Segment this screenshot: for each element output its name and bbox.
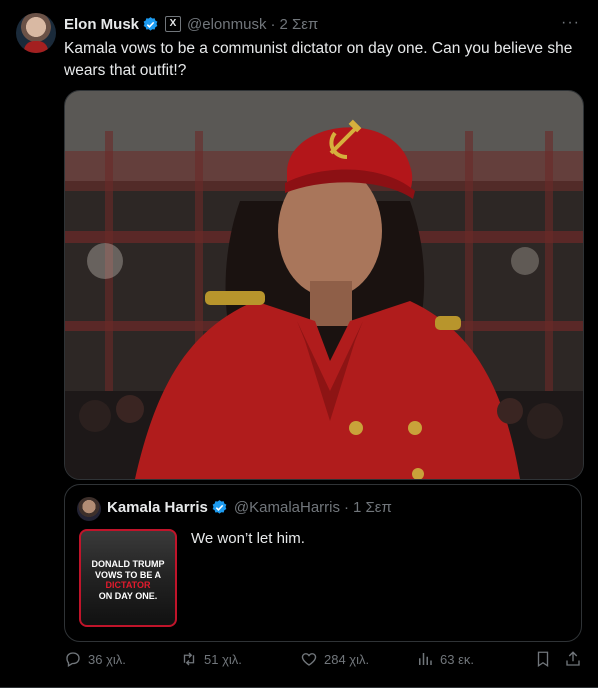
action-bar: 36 χιλ. 51 χιλ. 284 χιλ. 63 εκ. <box>64 650 584 676</box>
reply-icon <box>66 652 80 667</box>
tweet-text: Kamala vows to be a communist dictator o… <box>64 40 573 79</box>
quoted-image-caption: DONALD TRUMP VOWS TO BE A DICTATOR ON DA… <box>81 559 175 601</box>
post-image-illustration <box>65 91 583 479</box>
share-icon <box>566 651 580 666</box>
author-handle[interactable]: @elonmusk <box>187 16 266 33</box>
quoted-author-handle[interactable]: @KamalaHarris <box>234 499 340 516</box>
verified-badge-icon <box>212 500 227 514</box>
view-count: 63 εκ. <box>440 651 474 667</box>
caption-line: VOWS TO BE A <box>94 569 161 580</box>
like-button[interactable]: 284 χιλ. <box>300 650 369 668</box>
views-button[interactable]: 63 εκ. <box>416 650 474 668</box>
share-button[interactable] <box>564 650 588 668</box>
quoted-image[interactable]: DONALD TRUMP VOWS TO BE A DICTATOR ON DA… <box>79 529 177 627</box>
reply-count: 36 χιλ. <box>88 651 126 667</box>
repost-icon <box>183 652 195 666</box>
bookmark-button[interactable] <box>534 650 558 668</box>
tweet[interactable]: Elon Musk X @elonmusk · 2 Σεπ ··· Kamala… <box>0 0 598 688</box>
heart-icon <box>301 653 317 666</box>
author-name[interactable]: Elon Musk <box>64 16 139 33</box>
post-time[interactable]: 2 Σεπ <box>279 16 318 33</box>
quoted-header: Kamala Harris @KamalaHarris · 1 Σεπ <box>107 499 392 516</box>
more-options-icon[interactable]: ··· <box>561 14 580 32</box>
author-avatar[interactable] <box>16 13 56 53</box>
quoted-time[interactable]: 1 Σεπ <box>353 499 392 516</box>
post-image[interactable] <box>64 90 584 480</box>
quoted-author-name[interactable]: Kamala Harris <box>107 499 208 516</box>
caption-line: DICTATOR <box>105 580 151 590</box>
reply-button[interactable]: 36 χιλ. <box>64 650 126 668</box>
caption-line: ON DAY ONE. <box>98 590 158 601</box>
repost-count: 51 χιλ. <box>204 651 242 667</box>
separator-dot: · <box>270 15 276 33</box>
repost-button[interactable]: 51 χιλ. <box>180 650 242 668</box>
quoted-tweet[interactable]: Kamala Harris @KamalaHarris · 1 Σεπ DONA… <box>64 484 582 642</box>
analytics-icon <box>419 653 432 665</box>
like-count: 284 χιλ. <box>324 651 370 667</box>
separator-dot: · <box>344 499 349 516</box>
x-affiliation-icon: X <box>165 16 182 32</box>
bookmark-icon <box>537 651 549 668</box>
verified-badge-icon <box>143 16 158 31</box>
quoted-author-avatar[interactable] <box>77 497 101 521</box>
caption-line: DONALD TRUMP <box>91 559 165 569</box>
tweet-header: Elon Musk X @elonmusk · 2 Σεπ <box>64 14 318 34</box>
quoted-text: We won’t let him. <box>191 530 305 547</box>
